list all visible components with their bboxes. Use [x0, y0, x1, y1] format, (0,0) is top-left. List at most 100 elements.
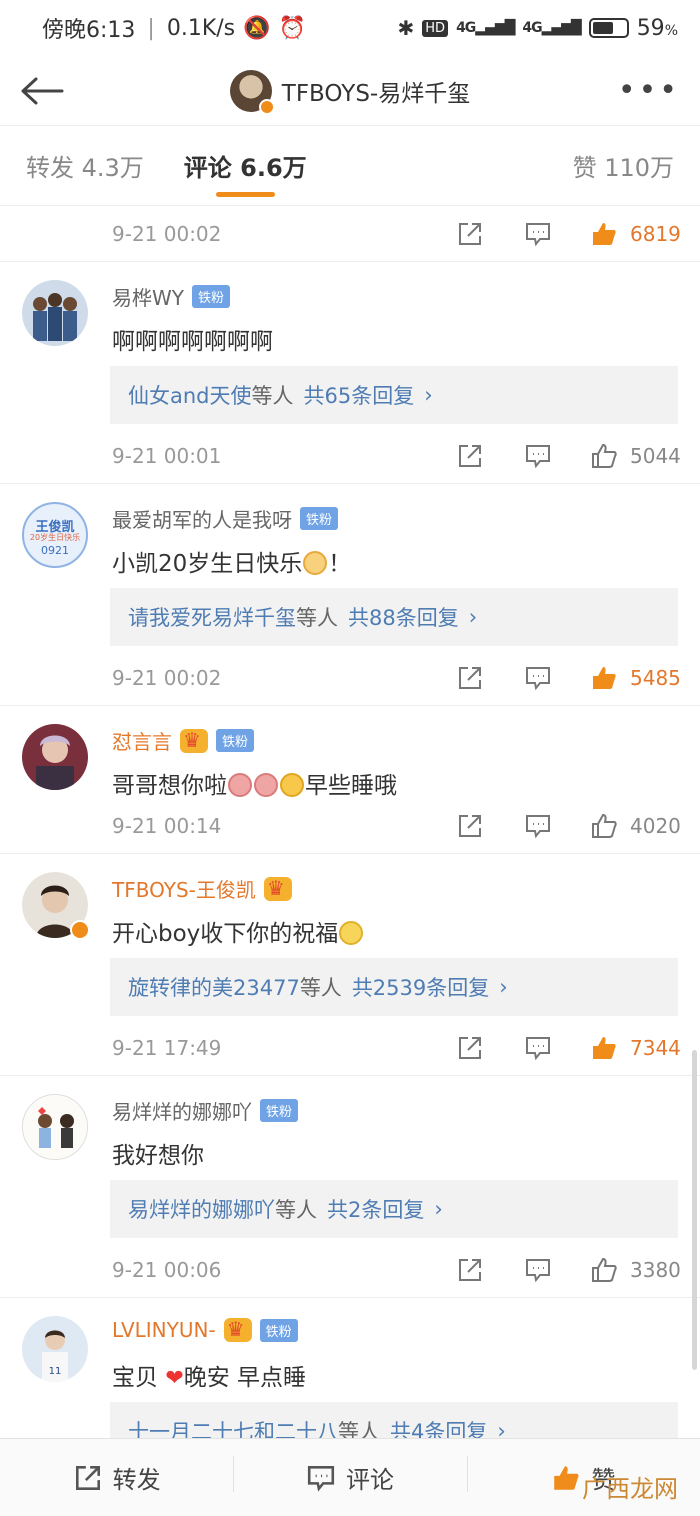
battery-level: 59% [636, 15, 678, 41]
comment-time: 9-21 00:02 [112, 222, 222, 246]
bottom-toolbar: 转发 评论 赞 广西龙网 [0, 1438, 700, 1516]
comment-item: 王俊凯 20岁生日快乐 0921 最爱胡军的人是我呀 铁粉 小凯20岁生日快乐！… [0, 484, 700, 706]
back-button[interactable] [20, 66, 70, 116]
like-icon[interactable] [590, 220, 618, 248]
avatar[interactable] [22, 872, 90, 940]
fan-badge: 铁粉 [259, 1318, 298, 1342]
fan-badge: 铁粉 [260, 1099, 299, 1122]
share-icon[interactable] [456, 220, 484, 248]
reply-summary[interactable]: 仙女and天使 等人 共65条回复 › [110, 366, 678, 424]
reply-summary[interactable]: 易烊烊的娜娜吖 等人 共2条回复 › [110, 1180, 678, 1238]
heart-icon: ❤ [165, 1366, 184, 1391]
comment-author[interactable]: 易桦WY [112, 282, 184, 311]
comment-actions: 9-21 17:49 7344 [0, 1028, 700, 1068]
battery-icon [588, 18, 629, 38]
comment-item: 11 LVLINYUN- 铁粉 宝贝 ❤晚安 早点睡 十一月二十七和二十八 等人… [0, 1298, 700, 1438]
like-count: 3380 [630, 1258, 681, 1282]
share-icon [75, 1465, 100, 1490]
back-arrow-icon [21, 77, 64, 104]
comment-time: 9-21 00:14 [112, 814, 222, 838]
comment-icon[interactable] [524, 220, 552, 248]
comment-actions: 9-21 00:06 3380 [0, 1250, 700, 1290]
share-icon[interactable] [456, 1256, 484, 1284]
like-icon[interactable] [590, 1256, 618, 1284]
fan-badge: 铁粉 [300, 507, 339, 530]
status-bar: 傍晚6:13 | 0.1K/s 🔕 ⏰ ✱ HD 4G▂▄▆█ 4G▂▄▆█ 5… [0, 0, 700, 56]
crown-icon [263, 876, 292, 901]
chevron-right-icon: › [424, 383, 433, 407]
comment-icon[interactable] [524, 812, 552, 840]
avatar[interactable]: 11 [22, 1316, 88, 1382]
share-icon[interactable] [456, 812, 484, 840]
fan-badge: 铁粉 [216, 729, 255, 752]
avatar[interactable] [229, 69, 275, 115]
svg-text:11: 11 [49, 1366, 62, 1377]
kiss-emoji-icon [280, 773, 304, 797]
tab-likes[interactable]: 赞 110万 [573, 148, 674, 183]
comment-item: 怼言言 铁粉 哥哥想你啦早些睡哦 9-21 00:14 4020 [0, 706, 700, 854]
comment-time: 9-21 17:49 [112, 1036, 222, 1060]
top-nav: TFBOYS-易烊千玺 ••• [0, 56, 700, 126]
comment-actions: 9-21 00:01 5044 [0, 436, 700, 476]
like-count: 5044 [630, 444, 681, 468]
network-speed: 0.1K/s [166, 15, 236, 41]
avatar[interactable]: 王俊凯 20岁生日快乐 0921 [22, 502, 88, 568]
comment-text: 哥哥想你啦 早些睡哦 [112, 773, 397, 799]
tab-repost[interactable]: 转发 4.3万 [26, 148, 144, 183]
verified-icon [258, 98, 275, 115]
comment-button[interactable]: 评论 [233, 1456, 466, 1495]
comment-time: 9-21 00:01 [112, 444, 222, 468]
chevron-right-icon: › [497, 1419, 506, 1438]
alarm-icon: ⏰ [278, 15, 306, 41]
avatar[interactable] [22, 724, 88, 790]
repost-button[interactable]: 转发 [0, 1460, 233, 1495]
like-icon[interactable] [590, 812, 618, 840]
share-icon[interactable] [456, 442, 484, 470]
comment-icon[interactable] [524, 664, 552, 692]
cake-emoji-icon [303, 551, 328, 575]
smile-emoji-icon [339, 921, 364, 945]
fan-badge: 铁粉 [192, 285, 231, 308]
comment-author[interactable]: 最爱胡军的人是我呀 [112, 504, 292, 533]
comment-author[interactable]: TFBOYS-王俊凯 [112, 874, 256, 903]
comment-text: 开心boy收下你的祝福 [112, 914, 364, 948]
like-icon[interactable] [590, 442, 618, 470]
like-count: 5485 [630, 666, 681, 690]
like-icon [554, 1465, 579, 1490]
comment-time: 9-21 00:06 [112, 1258, 222, 1282]
comment-icon[interactable] [524, 442, 552, 470]
like-icon[interactable] [590, 664, 618, 692]
comment-author[interactable]: 易烊烊的娜娜吖 [112, 1096, 252, 1125]
share-icon[interactable] [456, 664, 484, 692]
chevron-right-icon: › [468, 605, 478, 629]
comment-author[interactable]: LVLINYUN- [112, 1318, 216, 1342]
comment-time: 9-21 00:02 [112, 666, 222, 690]
reply-summary[interactable]: 请我爱死易烊千玺 等人 共88条回复 › [110, 588, 678, 646]
reply-summary[interactable]: 十一月二十七和二十八 等人 共4条回复 › [110, 1402, 678, 1438]
comment-icon[interactable] [524, 1034, 552, 1062]
more-button[interactable]: ••• [618, 66, 680, 116]
comment-author[interactable]: 怼言言 [112, 726, 172, 755]
bluetooth-icon: ✱ [397, 16, 415, 40]
signal-icon-1: 4G▂▄▆█ [456, 20, 515, 36]
reply-summary[interactable]: 旋转律的美23477 等人 共2539条回复 › [110, 958, 678, 1016]
comment-actions: 9-21 00:02 6819 [0, 206, 700, 262]
comment-item: TFBOYS-王俊凯 开心boy收下你的祝福 旋转律的美23477 等人 共25… [0, 854, 700, 1076]
page-title: TFBOYS-易烊千玺 [281, 80, 471, 107]
comment-item: 易桦WY 铁粉 啊啊啊啊啊啊啊 仙女and天使 等人 共65条回复 › 9-21… [0, 262, 700, 484]
chevron-right-icon: › [434, 1197, 443, 1221]
comment-icon [307, 1465, 335, 1492]
hd-icon: HD [422, 19, 449, 37]
like-icon[interactable] [590, 1034, 618, 1062]
comment-list[interactable]: 9-21 00:02 6819 易桦WY 铁粉 啊啊啊啊啊啊啊 仙女and天使 … [0, 206, 700, 1438]
comment-text: 宝贝 ❤晚安 早点睡 [112, 1365, 307, 1391]
nav-profile[interactable]: TFBOYS-易烊千玺 [229, 69, 471, 115]
comment-icon[interactable] [524, 1256, 552, 1284]
tab-comments[interactable]: 评论 6.6万 [184, 148, 307, 197]
mute-icon: 🔕 [243, 15, 271, 41]
like-count: 6819 [630, 222, 681, 246]
scrollbar[interactable] [692, 1050, 697, 1370]
share-icon[interactable] [456, 1034, 484, 1062]
avatar[interactable] [22, 1094, 88, 1160]
avatar[interactable] [22, 280, 88, 346]
